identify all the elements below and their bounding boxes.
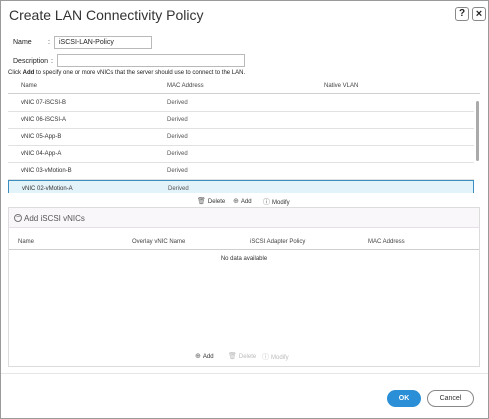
vnic-name: vNIC 07-iSCSI-B — [21, 100, 67, 106]
vnic-mac: Derived — [167, 168, 188, 174]
help-button[interactable]: ? — [455, 7, 469, 21]
iscsi-modify-label: Modify — [271, 355, 289, 361]
vnic-table-scrollbar[interactable] — [474, 95, 480, 193]
description-input[interactable] — [57, 54, 245, 67]
vnic-table-body: vNIC 07-iSCSI-B Derived vNIC 06-iSCSI-A … — [8, 95, 474, 193]
vnic-mac: Derived — [167, 100, 188, 106]
scrollbar-thumb[interactable] — [476, 101, 479, 161]
info-circle-icon: ⓘ — [263, 199, 270, 206]
vnic-add-button[interactable]: ⊕ Add — [233, 197, 252, 205]
column-header-name[interactable]: Name — [21, 83, 37, 89]
iscsi-add-button[interactable]: ⊕ Add — [195, 352, 214, 360]
footer-divider — [1, 373, 488, 374]
iscsi-panel-title: Add iSCSI vNICs — [24, 214, 85, 223]
table-row[interactable]: vNIC 04-App-A Derived — [8, 146, 474, 163]
table-row-selected[interactable]: vNIC 02-vMotion-A Derived — [8, 180, 474, 193]
table-row[interactable]: vNIC 06-iSCSI-A Derived — [8, 112, 474, 129]
vnic-delete-button[interactable]: 🗑 Delete — [197, 197, 225, 205]
vnic-mac: Derived — [167, 117, 188, 123]
iscsi-add-label: Add — [202, 354, 214, 360]
table-row[interactable]: vNIC 07-iSCSI-B Derived — [8, 95, 474, 112]
vnic-mac: Derived — [168, 186, 189, 192]
column-header-mac[interactable]: MAC Address — [167, 83, 204, 89]
column-header-native-vlan[interactable]: Native VLAN — [324, 83, 358, 89]
iscsi-column-name[interactable]: Name — [18, 239, 34, 245]
iscsi-delete-label: Delete — [238, 354, 257, 360]
name-label: Name — [13, 39, 32, 46]
table-row[interactable]: vNIC 05-App-B Derived — [8, 129, 474, 146]
ok-button[interactable]: OK — [387, 390, 421, 407]
iscsi-delete-button[interactable]: 🗑 Delete — [228, 352, 256, 360]
trash-icon: 🗑 — [197, 198, 206, 205]
iscsi-panel-header[interactable]: − Add iSCSI vNICs — [9, 208, 479, 228]
dialog-title: Create LAN Connectivity Policy — [9, 7, 204, 23]
iscsi-column-mac[interactable]: MAC Address — [368, 239, 405, 245]
instructions-text: Click Add to specify one or more vNICs t… — [8, 70, 245, 76]
iscsi-empty-message: No data available — [220, 256, 268, 262]
vnic-add-label: Add — [240, 199, 252, 205]
table-row[interactable]: vNIC 03-vMotion-B Derived — [8, 163, 474, 180]
create-lan-connectivity-policy-dialog: Create LAN Connectivity Policy ? × Name … — [0, 0, 489, 419]
trash-icon: 🗑 — [228, 353, 237, 360]
iscsi-column-adapter-policy[interactable]: iSCSI Adapter Policy — [250, 239, 305, 245]
iscsi-column-overlay-vnic[interactable]: Overlay vNIC Name — [132, 239, 185, 245]
instructions-suffix: to specify one or more vNICs that the se… — [34, 70, 246, 76]
vnic-table-header: Name MAC Address Native VLAN — [8, 83, 480, 94]
close-button[interactable]: × — [472, 7, 486, 21]
minus-circle-icon[interactable]: − — [14, 214, 22, 222]
iscsi-vnics-panel: − Add iSCSI vNICs Name Overlay vNIC Name… — [8, 207, 480, 367]
plus-circle-icon: ⊕ — [233, 198, 239, 205]
instructions-prefix: Click — [8, 70, 23, 76]
vnic-name: vNIC 05-App-B — [21, 134, 62, 140]
name-colon: : — [48, 39, 50, 46]
instructions-bold: Add — [22, 70, 35, 76]
vnic-name: vNIC 04-App-A — [21, 151, 62, 157]
info-circle-icon: ⓘ — [262, 354, 269, 361]
vnic-delete-label: Delete — [207, 199, 226, 205]
vnic-modify-label: Modify — [272, 200, 290, 206]
iscsi-table-header: Name Overlay vNIC Name iSCSI Adapter Pol… — [9, 239, 479, 250]
plus-circle-icon: ⊕ — [195, 353, 201, 360]
description-colon: : — [51, 58, 53, 65]
vnic-name: vNIC 03-vMotion-B — [21, 168, 72, 174]
name-input[interactable]: iSCSI-LAN-Policy — [54, 36, 152, 49]
vnic-mac: Derived — [167, 134, 188, 140]
vnic-mac: Derived — [167, 151, 188, 157]
iscsi-modify-button[interactable]: ⓘ Modify — [262, 352, 289, 362]
vnic-name: vNIC 02-vMotion-A — [22, 186, 73, 192]
cancel-button[interactable]: Cancel — [427, 390, 474, 407]
vnic-name: vNIC 06-iSCSI-A — [21, 117, 67, 123]
description-label: Description — [13, 58, 49, 65]
vnic-modify-button[interactable]: ⓘ Modify — [263, 197, 290, 207]
